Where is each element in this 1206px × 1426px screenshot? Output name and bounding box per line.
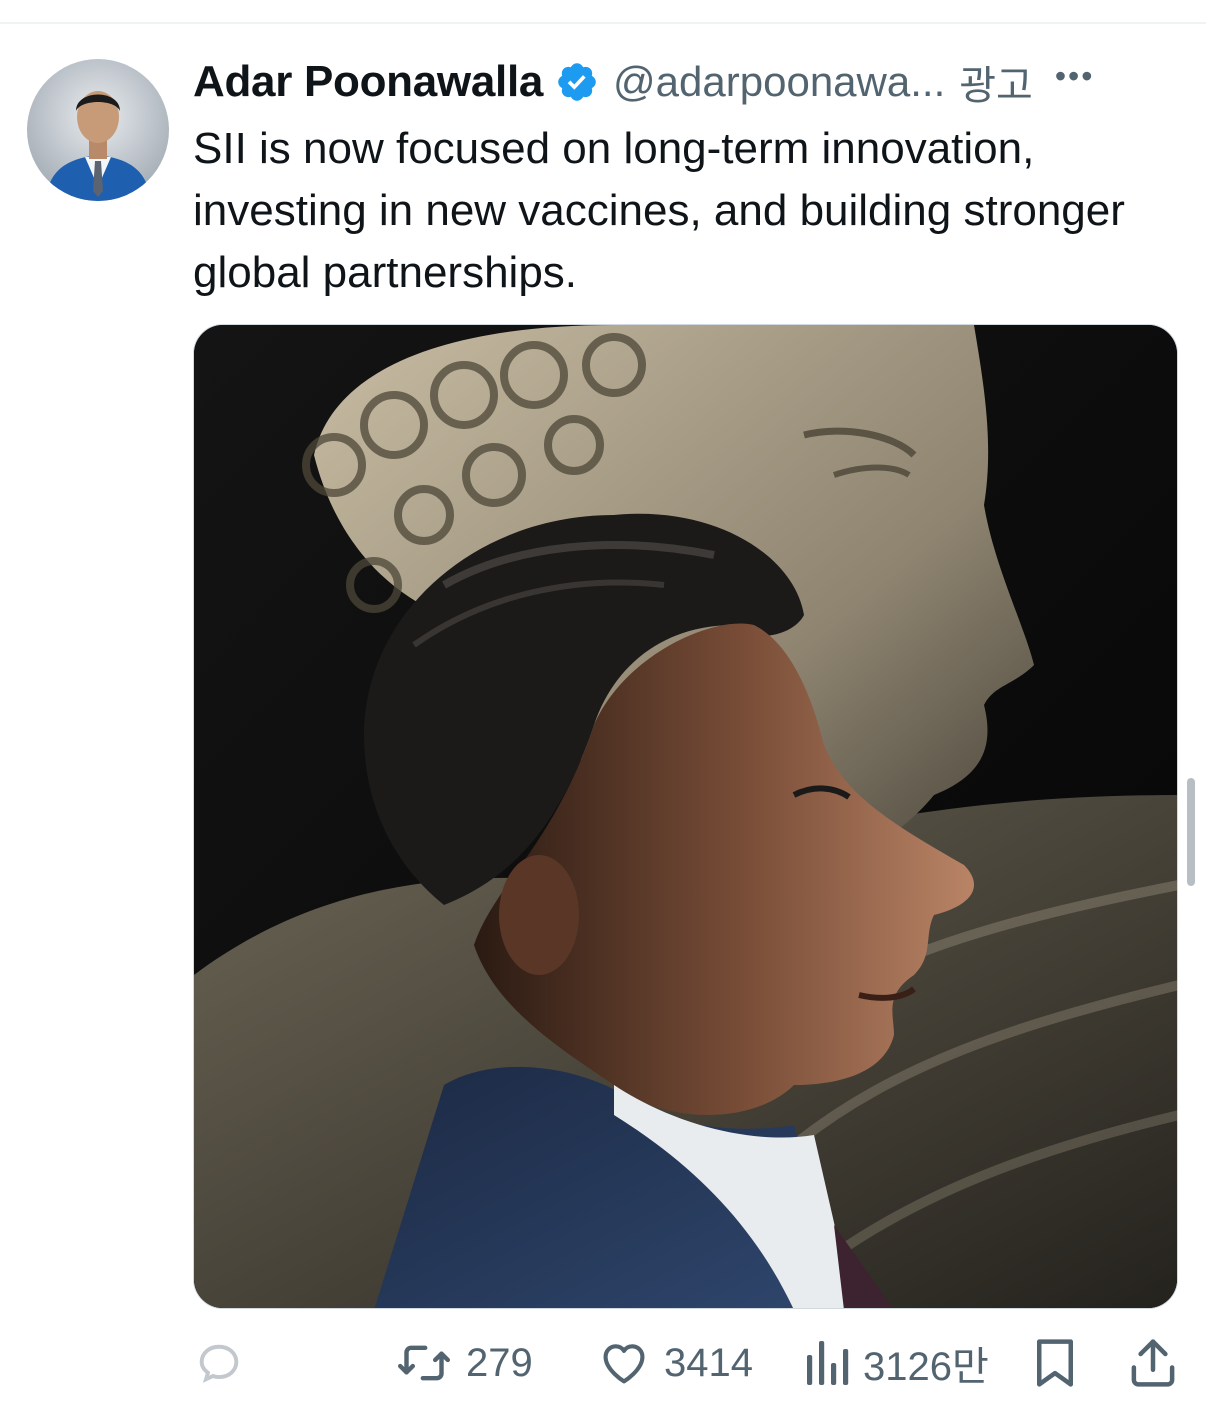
verified-badge-icon bbox=[555, 60, 599, 104]
views-count: 3126만 bbox=[863, 1345, 989, 1389]
tweet-media-photo[interactable] bbox=[193, 324, 1178, 1309]
retweet-icon bbox=[396, 1335, 452, 1391]
bookmark-button[interactable] bbox=[1031, 1330, 1079, 1396]
ad-label: 광고 bbox=[959, 63, 1033, 109]
like-button[interactable]: 3414 bbox=[598, 1330, 753, 1396]
heart-icon bbox=[598, 1337, 650, 1389]
more-horizontal-icon[interactable]: ••• bbox=[1055, 60, 1095, 92]
views-button[interactable]: 3126만 bbox=[805, 1330, 989, 1396]
share-button[interactable] bbox=[1128, 1330, 1178, 1396]
retweet-count: 279 bbox=[466, 1340, 533, 1385]
avatar-photo bbox=[27, 59, 169, 201]
top-divider bbox=[0, 22, 1206, 24]
portrait-image bbox=[194, 325, 1177, 1308]
reply-icon bbox=[193, 1337, 245, 1389]
share-icon bbox=[1128, 1336, 1178, 1390]
tweet-header: Adar Poonawalla @adarpoonawa... 광고 ••• bbox=[193, 52, 1183, 112]
retweet-button[interactable]: 279 bbox=[396, 1330, 533, 1396]
tweet-actions: 279 3414 3126만 bbox=[193, 1330, 1183, 1396]
reply-button[interactable] bbox=[193, 1330, 245, 1396]
author-handle[interactable]: @adarpoonawa... bbox=[613, 58, 945, 106]
bookmark-icon bbox=[1031, 1336, 1079, 1390]
views-chart-icon bbox=[805, 1337, 849, 1389]
author-avatar[interactable] bbox=[27, 59, 169, 201]
author-display-name[interactable]: Adar Poonawalla bbox=[193, 57, 543, 107]
scrollbar[interactable] bbox=[1187, 778, 1195, 886]
tweet-text: SII is now focused on long-term innovati… bbox=[193, 124, 1125, 297]
like-count: 3414 bbox=[664, 1340, 753, 1385]
